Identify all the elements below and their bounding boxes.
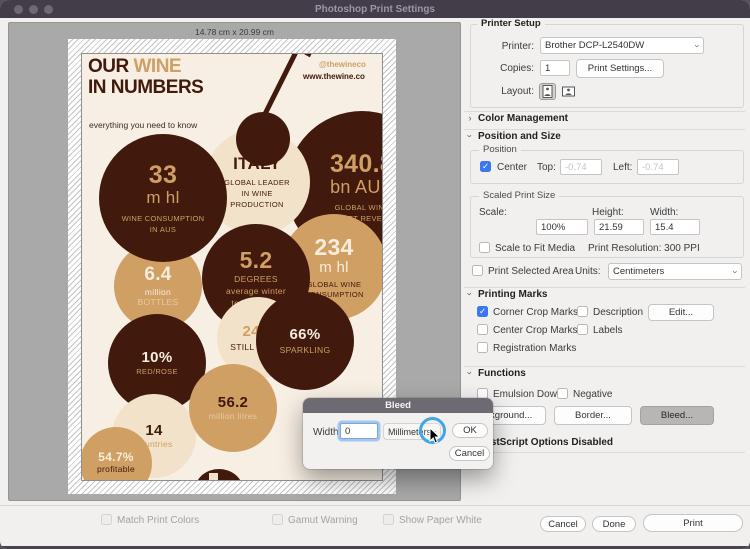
description-label: Description: [593, 307, 643, 318]
section-position-and-size[interactable]: Position and Size: [478, 131, 561, 142]
print-selected-area-checkbox[interactable]: [472, 265, 483, 276]
done-button[interactable]: Done: [592, 516, 636, 532]
show-paper-white-checkbox[interactable]: [383, 514, 394, 525]
print-settings-button[interactable]: Print Settings...: [576, 59, 664, 78]
bleed-dialog-title: Bleed: [385, 400, 411, 411]
width-label: Width:: [650, 207, 678, 218]
units-select[interactable]: Centimeters›: [608, 263, 742, 280]
minimize-window-icon[interactable]: [29, 5, 38, 14]
scale-to-fit-media-label: Scale to Fit Media: [495, 243, 575, 254]
portrait-page-icon: [542, 85, 553, 98]
chevron-down-icon: ›: [465, 132, 475, 140]
height-label: Height:: [592, 207, 624, 218]
left-input: [637, 159, 679, 175]
cancel-button[interactable]: Cancel: [540, 516, 586, 532]
corner-crop-marks-checkbox[interactable]: ✓: [477, 306, 488, 317]
bleed-dialog: Bleed Width: Millimeters› OK Cancel: [303, 398, 493, 469]
window-title: Photoshop Print Settings: [0, 4, 750, 15]
scaled-print-size-label: Scaled Print Size: [479, 190, 559, 201]
show-paper-white-label: Show Paper White: [399, 515, 482, 526]
match-print-colors-checkbox[interactable]: [101, 514, 112, 525]
divider: [464, 111, 745, 112]
layout-portrait-button[interactable]: [539, 83, 556, 100]
footer-divider: [0, 505, 750, 506]
registration-marks-label: Registration Marks: [493, 343, 576, 354]
border-button[interactable]: Border...: [554, 406, 632, 425]
top-input: [560, 159, 602, 175]
paper-size-label: 14.78 cm x 20.99 cm: [9, 27, 460, 37]
landscape-page-icon: [562, 86, 575, 97]
photoshop-print-settings-window: Photoshop Print Settings 14.78 cm x 20.9…: [0, 0, 750, 549]
section-functions[interactable]: Functions: [478, 368, 526, 379]
infographic-circle-million-litres: 56.2million litres: [189, 364, 277, 452]
mouse-cursor-icon: [429, 428, 441, 444]
divider: [464, 287, 745, 288]
gamut-warning-label: Gamut Warning: [288, 515, 358, 526]
poster-tagline: everything you need to know: [89, 120, 197, 130]
section-color-management[interactable]: Color Management: [478, 113, 568, 124]
scale-input[interactable]: [536, 219, 588, 235]
match-print-colors-label: Match Print Colors: [117, 515, 199, 526]
window-titlebar: Photoshop Print Settings: [0, 0, 750, 18]
divider: [464, 366, 745, 367]
gamut-warning-checkbox[interactable]: [272, 514, 283, 525]
corner-crop-marks-label: Corner Crop Marks: [493, 307, 578, 318]
scale-label: Scale:: [479, 207, 507, 218]
chevron-down-icon: ›: [731, 270, 741, 273]
position-group-label: Position: [479, 144, 521, 155]
layout-landscape-button[interactable]: [560, 83, 577, 100]
bleed-width-input[interactable]: [340, 423, 378, 439]
divider: [464, 129, 745, 130]
infographic-circle-consumption-aus: 33m hlWINE CONSUMPTIONIN AUS: [99, 134, 227, 262]
chevron-down-icon: ›: [465, 290, 475, 298]
description-checkbox[interactable]: [577, 306, 588, 317]
negative-checkbox[interactable]: [557, 388, 568, 399]
chevron-right-icon: ›: [466, 113, 474, 123]
divider: [464, 452, 745, 453]
chevron-down-icon: ›: [693, 44, 703, 47]
printer-setup-title: Printer Setup: [477, 18, 545, 29]
postscript-options-label: PostScript Options Disabled: [478, 437, 613, 448]
print-button[interactable]: Print: [643, 514, 743, 532]
poster-title: OUR WINE IN NUMBERS: [88, 56, 203, 98]
width-input[interactable]: [650, 219, 700, 235]
bleed-width-label: Width:: [313, 427, 341, 438]
print-resolution-label: Print Resolution: 300 PPI: [588, 243, 700, 254]
left-label: Left:: [613, 162, 632, 173]
top-label: Top:: [537, 162, 556, 173]
zoom-window-icon[interactable]: [44, 5, 53, 14]
layout-label: Layout:: [476, 86, 534, 97]
poster-website: www.thewine.co: [303, 72, 365, 81]
bleed-ok-button[interactable]: OK: [452, 423, 488, 438]
bleed-cancel-button[interactable]: Cancel: [449, 446, 490, 461]
copies-label: Copies:: [476, 63, 534, 74]
units-label: Units:: [575, 266, 601, 277]
close-window-icon[interactable]: [14, 5, 23, 14]
edit-button[interactable]: Edit...: [648, 304, 714, 321]
printer-select[interactable]: Brother DCP-L2540DW›: [540, 37, 704, 54]
center-checkbox[interactable]: ✓: [480, 161, 491, 172]
center-crop-marks-checkbox[interactable]: [477, 324, 488, 335]
negative-label: Negative: [573, 389, 612, 400]
center-label: Center: [497, 162, 527, 173]
infographic-circle-sparkling: 66%SPARKLING: [256, 292, 354, 390]
copies-input[interactable]: [540, 60, 570, 76]
poster-social-handle: @thewineco: [319, 60, 366, 69]
print-selected-area-label: Print Selected Area: [488, 266, 574, 277]
registration-marks-checkbox[interactable]: [477, 342, 488, 353]
labels-label: Labels: [593, 325, 622, 336]
height-input[interactable]: [594, 219, 644, 235]
center-crop-marks-label: Center Crop Marks: [493, 325, 577, 336]
emulsion-down-label: Emulsion Down: [493, 389, 562, 400]
labels-checkbox[interactable]: [577, 324, 588, 335]
chevron-down-icon: ›: [465, 369, 475, 377]
bleed-button[interactable]: Bleed...: [640, 406, 714, 425]
printer-label: Printer:: [476, 41, 534, 52]
scale-to-fit-media-checkbox[interactable]: [479, 242, 490, 253]
bleed-dialog-titlebar: Bleed: [303, 398, 493, 413]
section-printing-marks[interactable]: Printing Marks: [478, 289, 547, 300]
